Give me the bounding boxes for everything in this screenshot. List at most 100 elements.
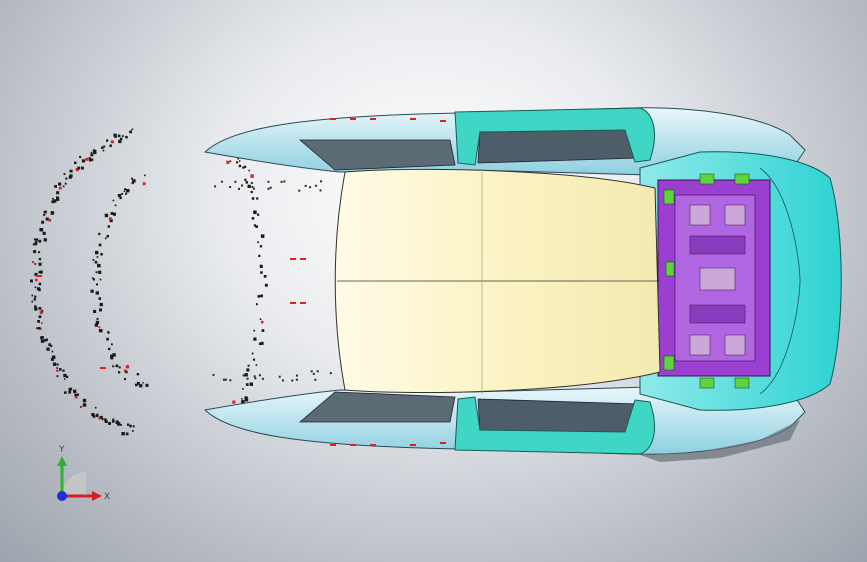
hardware-point: [94, 323, 98, 327]
hardware-point: [125, 192, 128, 195]
hardware-point: [81, 166, 84, 170]
hardware-point: [258, 254, 261, 257]
hardware-point: [214, 185, 217, 188]
hardware-point: [68, 390, 72, 394]
hardware-point: [252, 187, 255, 190]
hardware-point: [51, 200, 55, 204]
hardware-point: [136, 381, 140, 385]
hardware-point: [259, 245, 263, 248]
hardware-point: [103, 145, 106, 148]
hardware-point: [41, 322, 43, 324]
hardware-point: [101, 418, 104, 421]
hardware-point: [76, 393, 79, 396]
rear-cross-member[interactable]: [657, 179, 771, 377]
hardware-point: [50, 344, 53, 347]
hardware-point: [242, 374, 245, 377]
hardware-point: [73, 389, 77, 393]
fastener-marker: [370, 444, 376, 446]
hardware-point: [319, 189, 322, 192]
hardware-point: [232, 400, 236, 404]
hardware-point: [250, 190, 253, 194]
hardware-point: [245, 181, 249, 184]
hardware-point: [35, 278, 38, 282]
hardware-point: [267, 187, 270, 190]
hardware-point: [34, 295, 37, 298]
hardware-point: [247, 364, 250, 367]
hardware-point: [110, 140, 114, 144]
hardware-point: [253, 210, 257, 214]
hardware-point: [117, 134, 121, 138]
hardware-point: [236, 161, 239, 164]
hardware-point: [106, 234, 109, 238]
hardware-point: [295, 378, 298, 381]
hardware-point: [98, 326, 101, 329]
hardware-point: [253, 358, 256, 361]
hardware-point: [314, 184, 317, 187]
hardware-point: [58, 186, 62, 190]
hardware-point: [93, 309, 97, 313]
hardware-point: [91, 277, 94, 279]
coordinate-triad[interactable]: Y X: [40, 438, 120, 518]
hardware-point: [112, 212, 116, 216]
fastener-marker: [100, 367, 106, 369]
hardware-point: [51, 350, 54, 353]
hardware-point: [37, 327, 41, 330]
hardware-point: [56, 191, 60, 195]
fastener-marker: [440, 120, 446, 122]
hardware-point: [31, 300, 34, 303]
hardware-point: [241, 399, 245, 403]
hardware-point: [246, 377, 249, 380]
hardware-point: [106, 337, 109, 341]
hardware-point: [98, 232, 101, 236]
hardware-point: [37, 287, 40, 290]
hardware-point: [38, 307, 42, 310]
hardware-point: [310, 370, 313, 373]
hardware-point: [261, 377, 264, 380]
y-arrow-icon: [57, 456, 67, 466]
hardware-point: [251, 217, 255, 220]
hardware-point: [69, 169, 73, 173]
hardware-point: [123, 369, 127, 372]
hardware-point: [129, 130, 132, 134]
x-axis-label: X: [104, 492, 110, 502]
hardware-point: [244, 165, 247, 168]
hardware-point: [247, 184, 251, 188]
hardware-point: [257, 295, 261, 298]
hardware-point: [36, 327, 38, 330]
hardware-point: [264, 283, 268, 287]
graphics-viewport[interactable]: Y X: [0, 0, 867, 562]
fastener-marker: [300, 258, 306, 260]
hardware-point: [35, 238, 39, 241]
hardware-point: [81, 159, 86, 163]
hardware-point: [229, 160, 232, 162]
hardware-point: [316, 370, 319, 373]
hardware-point: [38, 262, 42, 266]
hardware-point: [65, 177, 68, 180]
hardware-point: [77, 166, 81, 170]
hardware-point: [320, 180, 323, 183]
hardware-point: [115, 364, 119, 368]
hardware-point: [263, 275, 267, 278]
hardware-point: [95, 291, 99, 295]
triad-plane: [62, 472, 86, 496]
hardware-point: [37, 320, 40, 323]
car-body-model[interactable]: [0, 0, 867, 562]
hardware-point: [248, 169, 250, 172]
hardware-point: [131, 128, 134, 131]
hardware-point: [124, 378, 126, 381]
hardware-point: [256, 197, 259, 200]
hardware-point: [91, 413, 95, 417]
hardware-point: [251, 185, 254, 188]
hardware-point: [56, 367, 58, 369]
z-axis-dot: [57, 491, 67, 501]
hardware-point: [33, 238, 36, 241]
hardware-point: [64, 378, 66, 380]
x-arrow-icon: [92, 491, 102, 501]
fastener-marker: [330, 118, 336, 120]
hardware-point: [238, 187, 240, 190]
hardware-point: [241, 184, 243, 187]
hardware-point: [38, 239, 42, 243]
hardware-point: [64, 182, 67, 185]
hardware-point: [43, 238, 47, 242]
hardware-point: [132, 179, 136, 183]
